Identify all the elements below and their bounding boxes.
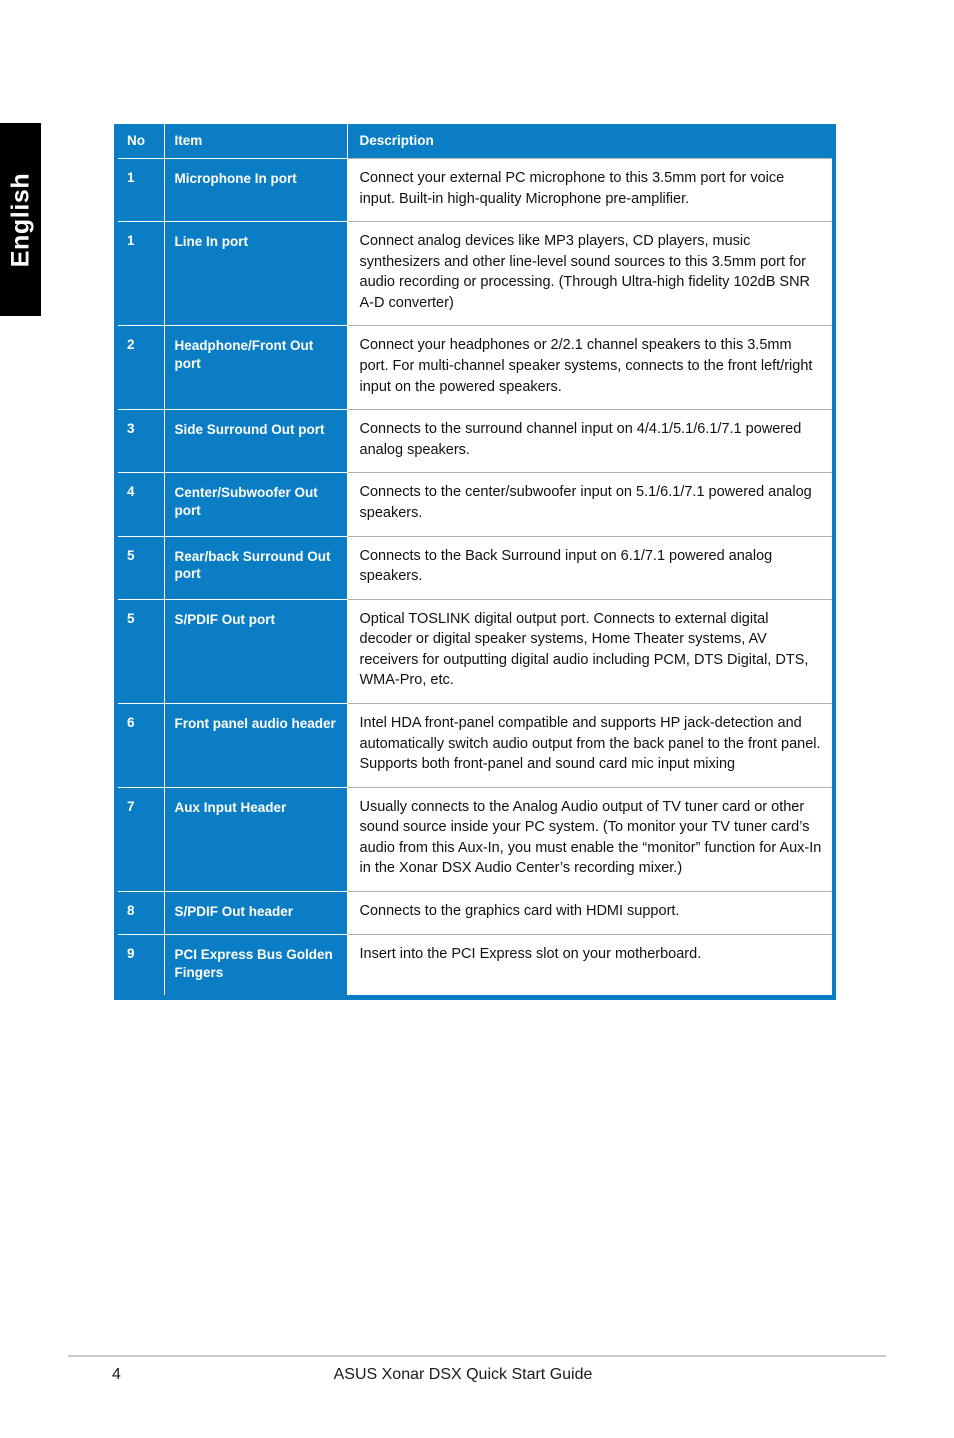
cell-no: 5 [118,598,164,704]
table-row: 8 S/PDIF Out header Connects to the graphi… [118,891,832,935]
cell-item: Microphone In port [163,157,347,222]
cell-description: Connect your external PC microphone to t… [346,157,832,222]
cell-no: 1 [118,221,164,326]
table-row: 3 Side Surround Out port Connects to the s… [118,409,832,473]
cell-no: 5 [118,535,164,600]
cell-description: Insert into the PCI Express slot on your… [346,934,832,995]
language-tab-english: English [0,123,41,316]
cell-description: Optical TOSLINK digital output port. Con… [346,598,832,704]
cell-item: Aux Input Header [163,786,347,892]
column-header-description: Description [346,124,832,159]
footer-document-title: ASUS Xonar DSX Quick Start Guide [333,1366,593,1383]
cell-item: Center/Subwoofer Out port [163,472,347,537]
cell-item: Rear/back Surround Out port [163,535,347,600]
page-footer: 4 ASUS Xonar DSX Quick Start Guide [68,1355,886,1400]
document-page: English No Item Description 1 Microphone … [0,0,954,1438]
table-row: 5 Rear/back Surround Out port Connects to … [118,535,832,600]
cell-no: 4 [118,472,164,537]
cell-no: 6 [118,702,164,788]
footer-row: 4 ASUS Xonar DSX Quick Start Guide [68,1366,886,1400]
cell-no: 1 [118,157,164,222]
cell-item: Front panel audio header [163,702,347,788]
cell-no: 8 [118,891,164,935]
cell-no: 7 [118,786,164,892]
table-body: 1 Microphone In port Connect your external… [118,157,832,995]
table-header-row: No Item Description [118,124,832,159]
cell-description: Connect your headphones or 2/2.1 channel… [346,325,832,410]
column-header-item: Item [163,124,347,159]
cell-item: Headphone/Front Out port [163,325,347,410]
table-row: 1 Line In port Connect analog devices like… [118,221,832,326]
language-tab-label: English [6,172,34,267]
table-row: 6 Front panel audio header Intel HDA front… [118,702,832,788]
cell-item: Line In port [163,221,347,326]
cell-description: Connects to the center/subwoofer input o… [346,472,832,537]
table-row: 4 Center/Subwoofer Out port Connects to th… [118,472,832,537]
cell-description: Connects to the Back Surround input on 6… [346,535,832,600]
column-header-no: No [118,124,164,159]
table-row: 5 S/PDIF Out port Optical TOSLINK digital … [118,598,832,704]
cell-item: Side Surround Out port [163,409,347,473]
table-header: No Item Description [118,124,832,159]
table-row: 7 Aux Input Header Usually connects to the… [118,786,832,892]
table-row: 2 Headphone/Front Out port Connect your he… [118,325,832,410]
cell-no: 2 [118,325,164,410]
table-row: 1 Microphone In port Connect your external… [118,157,832,222]
footer-divider [68,1355,886,1357]
cell-item: S/PDIF Out port [163,598,347,704]
cell-item: PCI Express Bus Golden Fingers [163,934,347,995]
table-row: 9 PCI Express Bus Golden Fingers Insert in… [118,934,832,995]
cell-description: Connects to the surround channel input o… [346,409,832,473]
cell-no: 3 [118,409,164,473]
cell-no: 9 [118,934,164,995]
cell-description: Intel HDA front-panel compatible and sup… [346,702,832,788]
cell-description: Connects to the graphics card with HDMI … [346,891,832,935]
cell-item: S/PDIF Out header [163,891,347,935]
port-description-table: No Item Description 1 Microphone In port C… [118,124,832,995]
port-description-table-container: No Item Description 1 Microphone In port C… [114,124,836,1000]
cell-description: Connect analog devices like MP3 players,… [346,221,832,326]
cell-description: Usually connects to the Analog Audio out… [346,786,832,892]
